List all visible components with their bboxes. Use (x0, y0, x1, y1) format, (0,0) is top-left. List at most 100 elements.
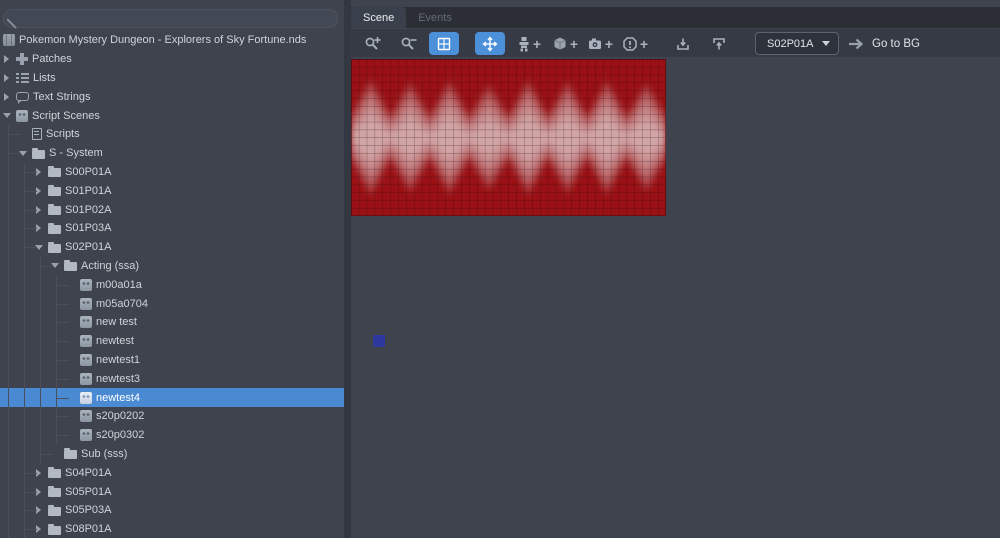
tree-item-scripts[interactable]: Scripts (0, 125, 344, 144)
grid-toggle-icon (436, 36, 452, 52)
tree-item-s01p01a[interactable]: S01P01A (0, 181, 344, 200)
scene-sprite-icon (80, 354, 92, 366)
chevron-right-icon[interactable] (3, 90, 16, 103)
tree-item-m05a0704[interactable]: m05a0704 (0, 294, 344, 313)
tab-bar: Scene Events (351, 7, 1000, 28)
plus-icon: + (533, 37, 541, 51)
chat-icon (16, 92, 29, 101)
tree-guide-line (35, 275, 51, 294)
tree-item-newtest3[interactable]: newtest3 (0, 369, 344, 388)
move-tool-icon (482, 36, 498, 52)
tree-item-label: m00a01a (96, 279, 142, 291)
tree-item-label: m05a0704 (96, 298, 148, 310)
tree-item-newtest4[interactable]: newtest4 (0, 388, 344, 407)
tree-item-s20p0202[interactable]: s20p0202 (0, 407, 344, 426)
tree-item-label: s20p0302 (96, 429, 144, 441)
tree-item-s01p03a[interactable]: S01P03A (0, 219, 344, 238)
folder-icon (64, 262, 77, 271)
plus-icon: + (640, 37, 648, 51)
folder-icon (48, 187, 61, 196)
folder-icon (48, 526, 61, 535)
chevron-down-icon[interactable] (3, 109, 16, 122)
tree-guide-line (3, 200, 19, 219)
scene-select-value: S02P01A (767, 38, 813, 50)
tree-item-s05p03a[interactable]: S05P03A (0, 501, 344, 520)
tree-guide-line (19, 163, 35, 182)
tree-guide-line (3, 463, 19, 482)
zoom-out-button[interactable] (395, 32, 423, 55)
patch-icon (16, 53, 28, 65)
list-icon (16, 73, 29, 83)
tree-item-acting-ssa[interactable]: Acting (ssa) (0, 257, 344, 276)
import-scene-button[interactable] (705, 32, 733, 55)
tree-guide-line (3, 294, 19, 313)
tree-guide-line (19, 445, 35, 464)
tree-item-label: S05P03A (65, 504, 111, 516)
move-tool-button[interactable] (475, 32, 505, 55)
tree-item-s20p0302[interactable]: s20p0302 (0, 426, 344, 445)
export-icon (675, 36, 691, 52)
go-to-bg-button[interactable]: Go to BG (847, 32, 920, 55)
tree-guide-line (19, 238, 35, 257)
tree-guide-line (35, 351, 51, 370)
tree-item-lists[interactable]: Lists (0, 69, 344, 88)
tab-scene[interactable]: Scene (351, 7, 406, 28)
tree-item-s01p02a[interactable]: S01P02A (0, 200, 344, 219)
scene-toolbar: + + + (351, 28, 1000, 57)
tree-item-label: newtest1 (96, 354, 140, 366)
tab-events[interactable]: Events (406, 7, 464, 28)
tree-guide-line (35, 332, 51, 351)
tree-item-s00p01a[interactable]: S00P01A (0, 163, 344, 182)
tree-item-newtest[interactable]: newtest (0, 332, 344, 351)
tree-guide-line (35, 445, 51, 464)
search-icon (6, 18, 17, 29)
tree-item-label: S05P01A (65, 486, 111, 498)
panel-splitter[interactable] (344, 0, 351, 538)
scene-sprite-icon (80, 373, 92, 385)
object-marker[interactable] (373, 335, 385, 347)
tree-guide-line (35, 313, 51, 332)
tree-item-pokemon-mystery-dungeon-explorers-of-sky-fortune-nds[interactable]: Pokemon Mystery Dungeon - Explorers of S… (0, 31, 344, 50)
tree-item-label: Pokemon Mystery Dungeon - Explorers of S… (19, 34, 306, 46)
chevron-right-icon[interactable] (3, 71, 16, 84)
tree-item-s02p01a[interactable]: S02P01A (0, 238, 344, 257)
tree-guide-line (3, 275, 19, 294)
add-object-button[interactable]: + (549, 32, 581, 55)
tree-item-script-scenes[interactable]: Script Scenes (0, 106, 344, 125)
tree-item-s05p01a[interactable]: S05P01A (0, 482, 344, 501)
right-arrow-icon (847, 38, 865, 50)
scene-sprite-icon (16, 110, 28, 122)
tree-guide-line (3, 351, 19, 370)
tree-item-s08p01a[interactable]: S08P01A (0, 520, 344, 538)
tree-guide-line (19, 294, 35, 313)
tree-guide-line (3, 482, 19, 501)
zoom-in-button[interactable] (359, 32, 387, 55)
tree-guide-line (3, 219, 19, 238)
add-actor-button[interactable]: + (513, 32, 545, 55)
tree-guide-line (35, 407, 51, 426)
chevron-right-icon[interactable] (3, 53, 16, 66)
tree-search-input[interactable] (3, 9, 338, 28)
tree-item-sub-sss[interactable]: Sub (sss) (0, 445, 344, 464)
tree-item-patches[interactable]: Patches (0, 50, 344, 69)
tree-guide-line (19, 332, 35, 351)
add-trigger-button[interactable]: + (619, 32, 651, 55)
tree-guide-line (51, 407, 67, 426)
add-performer-button[interactable]: + (584, 32, 616, 55)
tree-item-label: Script Scenes (32, 110, 100, 122)
tree-guide-line (35, 388, 51, 407)
tree-item-s04p01a[interactable]: S04P01A (0, 463, 344, 482)
scene-canvas[interactable] (351, 57, 1000, 538)
tree-guide-line (19, 463, 35, 482)
tree-item-text-strings[interactable]: Text Strings (0, 87, 344, 106)
export-scene-button[interactable] (669, 32, 697, 55)
tree-guide-line (51, 332, 67, 351)
folder-icon (48, 206, 61, 215)
scene-select-dropdown[interactable]: S02P01A (755, 32, 839, 55)
grid-toggle-button[interactable] (429, 32, 459, 55)
tree-item-newtest1[interactable]: newtest1 (0, 351, 344, 370)
tree-item-new-test[interactable]: new test (0, 313, 344, 332)
tree-item-m00a01a[interactable]: m00a01a (0, 275, 344, 294)
zoom-in-icon (364, 35, 382, 53)
tree-item-s-system[interactable]: S - System (0, 144, 344, 163)
